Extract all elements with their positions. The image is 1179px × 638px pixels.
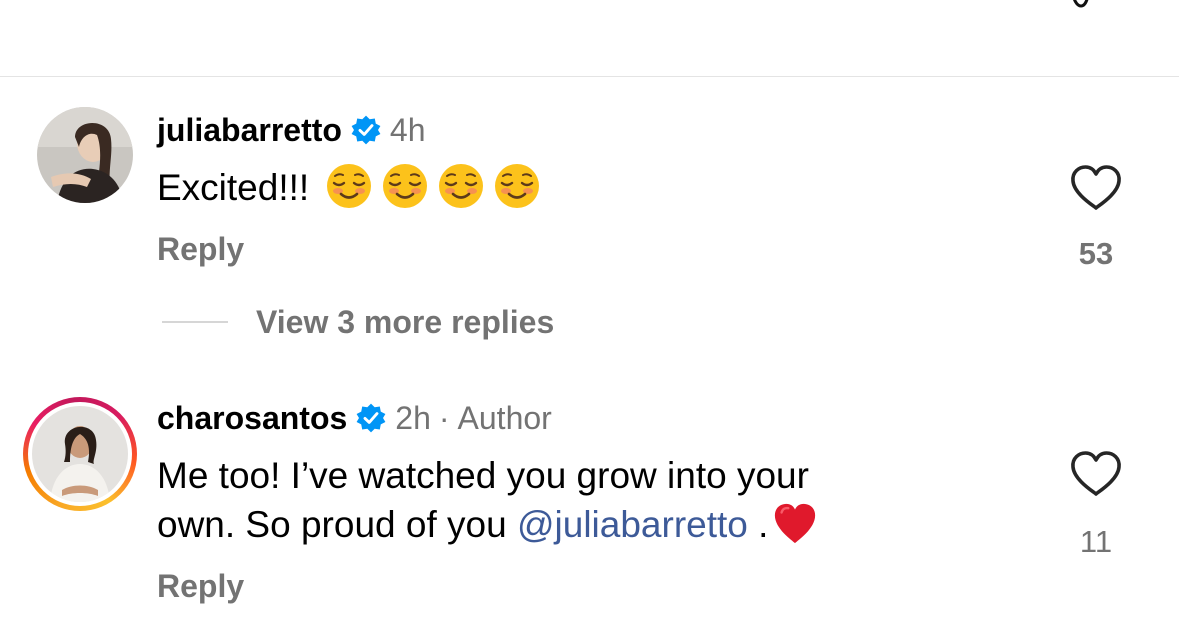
top-area [0,0,1179,76]
heart-outline-icon[interactable] [1068,164,1124,212]
divider [0,76,1179,77]
reply-button[interactable]: Reply [157,231,244,268]
username[interactable]: charosantos [157,400,347,437]
smiling-face-emoji [439,164,484,208]
like-button[interactable] [1068,164,1124,212]
partial-icon [1073,0,1089,8]
meta-separator: · [438,399,450,436]
username[interactable]: juliabarretto [157,112,342,149]
smiling-face-emoji [383,164,428,208]
comment-text-line-2: own. So proud of you @juliabarretto . [157,500,818,549]
comment-text: Excited!!! [157,162,541,212]
comment-text-segment: own. So proud of you [157,504,517,545]
verified-badge-icon [356,403,386,433]
comment-time: 2h [395,399,431,436]
comment-text-segment: . [747,504,769,545]
like-count: 11 [1079,524,1113,559]
view-more-replies-button[interactable]: View 3 more replies [162,302,554,342]
smiling-face-emoji [327,164,372,208]
mention-link[interactable]: @juliabarretto [517,504,748,545]
avatar[interactable] [32,406,128,502]
view-more-replies-label: View 3 more replies [256,303,555,340]
avatar-story-ring[interactable] [23,397,137,511]
reply-button[interactable]: Reply [157,568,244,605]
like-button[interactable] [1068,450,1124,498]
comment-header: juliabarretto 4h [157,110,426,150]
heart-outline-icon[interactable] [1068,450,1124,498]
comment-text-content: Excited!!! [157,167,310,208]
smiling-face-emoji [495,164,540,208]
comment-text-line-1: Me too! I’ve watched you grow into your [157,455,809,496]
verified-badge-icon [351,115,381,145]
replies-divider-line [162,321,228,323]
avatar[interactable] [37,107,133,203]
comment-text: Me too! I’ve watched you grow into your … [157,451,818,549]
like-count: 53 [1078,236,1114,271]
author-badge: Author [457,399,552,436]
comment-header: charosantos 2h · Author [157,398,552,438]
red-heart-emoji [775,503,816,544]
comment-time: 4h [389,111,426,148]
